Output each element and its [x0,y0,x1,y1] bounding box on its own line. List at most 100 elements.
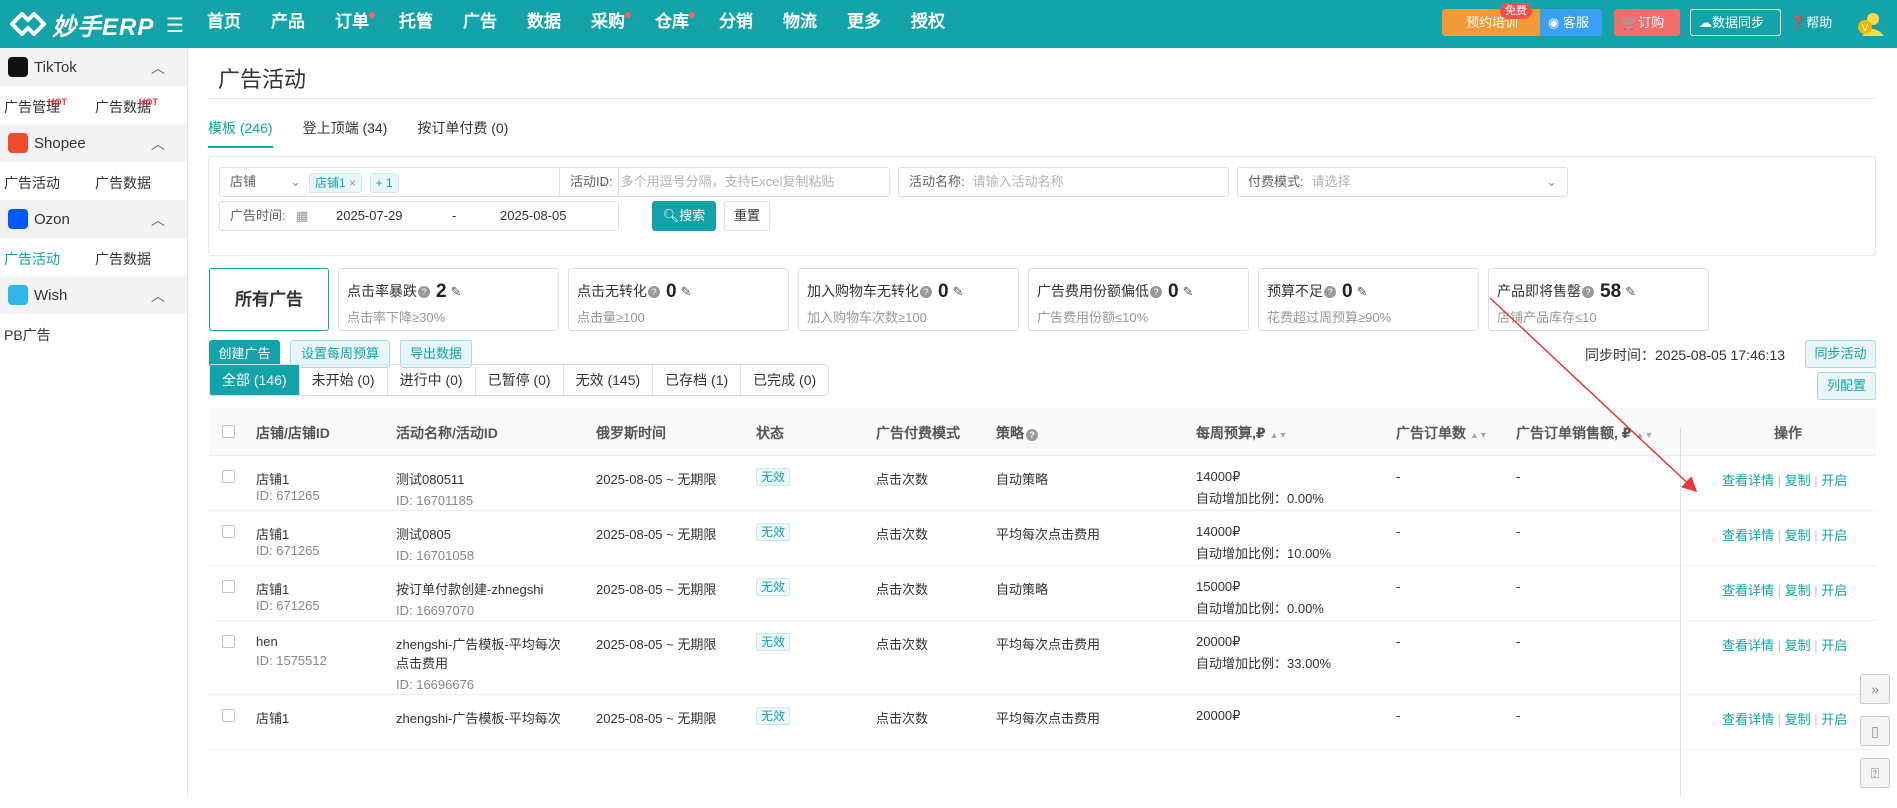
sidebar-group[interactable]: TikTok ︿ [0,48,187,86]
stat-card[interactable]: 点击无转化? 0 ✎ 点击量≥100 [568,268,789,331]
nav-item[interactable]: 分销 [704,0,768,48]
customer-service-button[interactable]: ◉ 客服 [1540,9,1602,36]
nav-item[interactable]: 订单 [320,0,384,48]
sidebar-item[interactable]: 广告数据 [95,173,151,193]
nav-item[interactable]: 仓库 [640,0,704,48]
view-details-link[interactable]: 查看详情 [1722,638,1774,653]
help-circle-icon[interactable]: ? [1582,286,1594,299]
copy-link[interactable]: 复制 [1785,712,1811,727]
select-all-checkbox[interactable] [222,425,235,438]
pay-mode-select[interactable]: 付费模式: 请选择 ⌄ [1237,167,1568,197]
sidebar-group[interactable]: Wish ︿ [0,276,187,314]
nav-item[interactable]: 授权 [896,0,960,48]
nav-item[interactable]: 采购 [576,0,640,48]
stat-card[interactable]: 广告费用份额偏低? 0 ✎ 广告费用份额≤10% [1028,268,1249,331]
nav-item[interactable]: 更多 [832,0,896,48]
nav-item[interactable]: 托管 [384,0,448,48]
status-tab[interactable]: 进行中 (0) [386,365,475,395]
nav-item[interactable]: 物流 [768,0,832,48]
sidebar-item[interactable]: 广告活动 [4,173,60,193]
sort-icon[interactable]: ▲▼ [1636,430,1654,440]
nav-item[interactable]: 首页 [192,0,256,48]
enable-link[interactable]: 开启 [1821,638,1847,653]
mobile-icon[interactable]: ▯ [1860,716,1890,746]
stat-all-ads[interactable]: 所有广告 [209,268,329,331]
tab-template[interactable]: 模板 (246) [208,118,273,148]
view-details-link[interactable]: 查看详情 [1722,473,1774,488]
nav-item[interactable]: 产品 [256,0,320,48]
status-tab[interactable]: 已完成 (0) [740,365,828,395]
copy-link[interactable]: 复制 [1785,528,1811,543]
edit-icon[interactable]: ✎ [681,284,692,299]
search-button[interactable]: 🔍︎搜索 [652,201,716,231]
row-checkbox[interactable] [222,525,235,538]
date-from[interactable]: 2025-07-29 [336,202,403,230]
menu-toggle-icon[interactable]: ☰ [166,13,184,38]
edit-icon[interactable]: ✎ [1625,284,1636,299]
row-checkbox[interactable] [222,709,235,722]
campaign-id-field[interactable]: 活动ID: 多个用逗号分隔，支持Excel复制粘贴 [559,167,890,197]
date-to[interactable]: 2025-08-05 [500,202,567,230]
help-button[interactable]: ❓帮助 [1790,9,1850,36]
view-details-link[interactable]: 查看详情 [1722,583,1774,598]
edit-icon[interactable]: ✎ [1183,284,1194,299]
stat-card[interactable]: 产品即将售罄? 58 ✎ 店铺产品库存≤10 [1488,268,1709,331]
enable-link[interactable]: 开启 [1821,583,1847,598]
stat-card[interactable]: 预算不足? 0 ✎ 花费超过周预算≥90% [1258,268,1479,331]
status-tab[interactable]: 无效 (145) [562,365,653,395]
nav-item[interactable]: 数据 [512,0,576,48]
help-circle-icon[interactable]: ? [920,286,932,299]
store-chip[interactable]: 店铺1 × [309,172,363,193]
enable-link[interactable]: 开启 [1821,473,1847,488]
stat-card[interactable]: 点击率暴跌? 2 ✎ 点击率下降≥30% [338,268,559,331]
logo[interactable]: 妙手ERP [8,6,154,42]
sidebar-item[interactable]: PB广告 [4,325,51,345]
subscribe-button[interactable]: 🛒订购 [1614,9,1680,36]
copy-link[interactable]: 复制 [1785,473,1811,488]
campaign-name-field[interactable]: 活动名称: 请输入活动名称 [898,167,1229,197]
status-tab[interactable]: 未开始 (0) [298,365,387,395]
help-circle-icon[interactable]: ? [1150,286,1162,299]
status-tab[interactable]: 已存档 (1) [652,365,740,395]
tab-top[interactable]: 登上顶端 (34) [303,118,388,148]
expand-panel-icon[interactable]: » [1860,674,1890,704]
view-details-link[interactable]: 查看详情 [1722,528,1774,543]
help-circle-icon[interactable]: ? [418,286,430,299]
nav-item[interactable]: 广告 [448,0,512,48]
edit-icon[interactable]: ✎ [451,284,462,299]
sidebar-group[interactable]: Shopee ︿ [0,124,187,162]
sync-campaign-button[interactable]: 同步活动 [1805,340,1876,368]
help-circle-icon[interactable]: ? [1324,286,1336,299]
reset-button[interactable]: 重置 [724,201,770,231]
avatar[interactable]: V [1858,12,1884,36]
chevron-up-icon[interactable]: ︿ [151,134,165,154]
row-checkbox[interactable] [222,470,235,483]
sort-icon[interactable]: ▲▼ [1470,430,1488,440]
copy-link[interactable]: 复制 [1785,638,1811,653]
copy-link[interactable]: 复制 [1785,583,1811,598]
sidebar-group[interactable]: Ozon ︿ [0,200,187,238]
chevron-up-icon[interactable]: ︿ [151,210,165,230]
chip-close-icon[interactable]: × [349,176,356,190]
enable-link[interactable]: 开启 [1821,712,1847,727]
chevron-up-icon[interactable]: ︿ [151,286,165,306]
tab-pay-per-order[interactable]: 按订单付费 (0) [417,118,508,148]
sort-icon[interactable]: ▲▼ [1270,430,1288,440]
feedback-icon[interactable]: ⍰ [1860,758,1890,788]
date-range-picker[interactable]: 广告时间: ▦ 2025-07-29 - 2025-08-05 [219,201,619,231]
status-tab[interactable]: 已暂停 (0) [474,365,563,395]
row-checkbox[interactable] [222,580,235,593]
stat-card[interactable]: 加入购物车无转化? 0 ✎ 加入购物车次数≥100 [798,268,1019,331]
column-config-button[interactable]: 列配置 [1817,372,1876,400]
status-tab[interactable]: 全部 (146) [210,365,299,395]
sidebar-item[interactable]: 广告数据 [95,249,151,269]
view-details-link[interactable]: 查看详情 [1722,712,1774,727]
edit-icon[interactable]: ✎ [1357,284,1368,299]
data-sync-button[interactable]: ☁数据同步 [1690,9,1781,36]
sidebar-item[interactable]: 广告活动 [4,249,60,269]
help-circle-icon[interactable]: ? [648,286,660,299]
help-circle-icon[interactable]: ? [1026,429,1038,441]
enable-link[interactable]: 开启 [1821,528,1847,543]
chevron-up-icon[interactable]: ︿ [151,58,165,78]
row-checkbox[interactable] [222,635,235,648]
